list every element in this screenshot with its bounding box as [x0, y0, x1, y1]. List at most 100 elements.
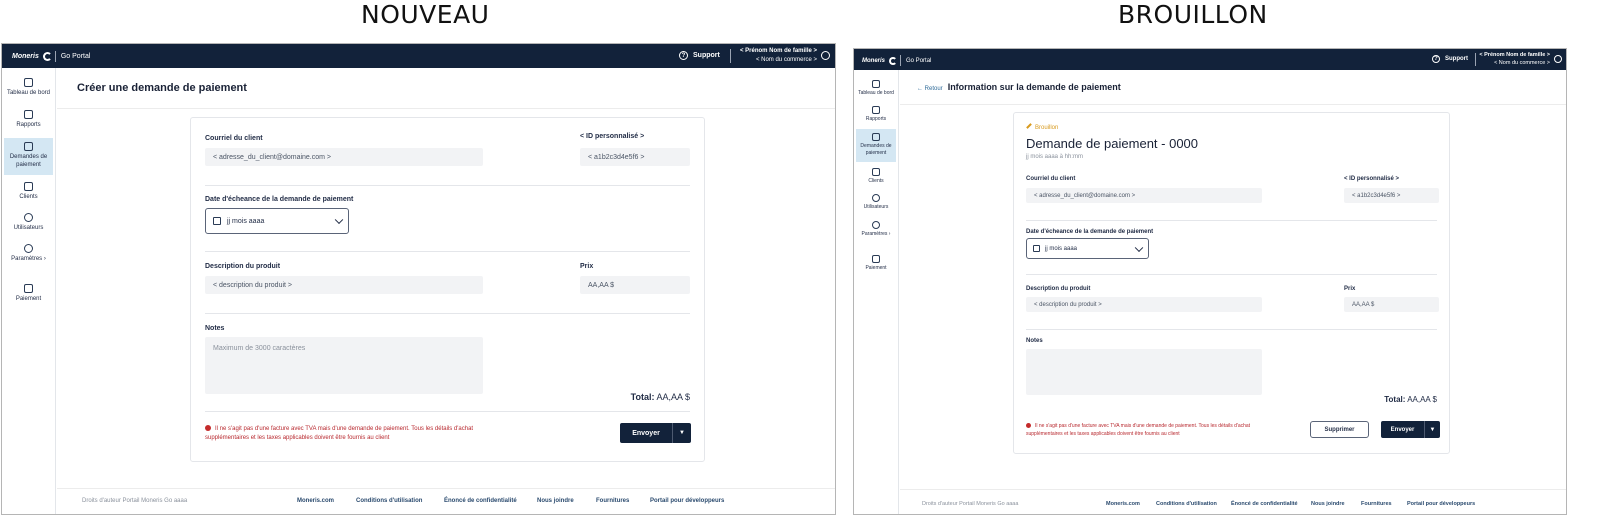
product-description-field[interactable]: < description du produit >: [205, 276, 483, 294]
sidebar-item-users[interactable]: Utilisateurs: [4, 213, 53, 232]
payment-icon: [24, 284, 33, 293]
copyright: Droits d'auteur Portail Moneris Go aaaa: [922, 501, 1019, 507]
top-bar: Moneris Go Portal ? Support < Prénom Nom d…: [854, 49, 1566, 70]
footer-link-privacy[interactable]: Énoncé de confidentialité: [444, 498, 517, 504]
due-date-label: Date d'écheance de la demande de paiemen…: [205, 196, 354, 203]
price-field[interactable]: AA,AA $: [1344, 297, 1439, 312]
notes-textarea[interactable]: Maximum de 3000 caractères: [205, 337, 483, 394]
email-label: Courriel du client: [1026, 176, 1076, 182]
new-request-screen: Moneris Go Portal ? Support < Prénom Nom d…: [1, 43, 836, 515]
clients-icon: [24, 182, 33, 191]
custom-id-label: < ID personnalisé >: [580, 133, 645, 140]
footer-link-supplies[interactable]: Fournitures: [596, 498, 629, 504]
footer-link-moneris[interactable]: Moneris.com: [1106, 501, 1140, 507]
delete-button[interactable]: Supprimer: [1310, 421, 1369, 438]
sidebar-item-dashboard[interactable]: Tableau de bord: [856, 80, 896, 97]
calendar-icon: [1033, 245, 1040, 252]
back-link[interactable]: ← Retour: [917, 86, 943, 92]
price-label: Prix: [1344, 286, 1356, 292]
custom-id-label: < ID personnalisé >: [1344, 176, 1400, 182]
payment-request-detail: Brouillon Demande de paiement - 0000 jj …: [1013, 112, 1450, 454]
notes-label: Notes: [1026, 338, 1043, 344]
custom-id-field[interactable]: < a1b2c3d4e5f6 >: [580, 148, 690, 166]
payment-requests-icon: [872, 133, 880, 141]
error-icon: [205, 425, 211, 431]
footer-link-developers[interactable]: Portail pour développeurs: [650, 498, 724, 504]
sidebar-item-reports[interactable]: Rapports: [4, 110, 53, 129]
user-menu[interactable]: < Prénom Nom de famille > < Nom du comme…: [1479, 51, 1550, 67]
vat-disclaimer: Il ne s'agit pas d'une facture avec TVA …: [205, 425, 474, 441]
product-description-field[interactable]: < description du produit >: [1026, 297, 1262, 312]
notes-textarea[interactable]: [1026, 349, 1262, 395]
price-field[interactable]: AA,AA $: [580, 276, 690, 294]
support-link[interactable]: ? Support: [1432, 55, 1468, 63]
footer-link-contact[interactable]: Nous joindre: [1311, 501, 1345, 507]
due-date-picker[interactable]: jj mois aaaa: [205, 208, 349, 234]
calendar-icon: [213, 217, 221, 225]
help-icon: ?: [1432, 55, 1440, 63]
send-button[interactable]: Envoyer ▼: [620, 423, 691, 443]
sidebar-item-payment[interactable]: Paiement: [4, 284, 53, 303]
email-label: Courriel du client: [205, 135, 263, 142]
product-label: Description du produit: [205, 263, 281, 270]
pencil-icon: [1026, 123, 1032, 129]
total-amount: Total: AA,AA $: [1384, 395, 1437, 404]
request-title: Demande de paiement - 0000: [1026, 136, 1199, 151]
users-icon: [24, 213, 33, 222]
user-icon[interactable]: [821, 51, 830, 60]
email-field[interactable]: < adresse_du_client@domaine.com >: [1026, 188, 1262, 203]
dashboard-icon: [24, 78, 33, 87]
send-options-caret-icon[interactable]: ▼: [673, 430, 691, 436]
payment-requests-icon: [24, 142, 33, 151]
footer-link-moneris[interactable]: Moneris.com: [297, 498, 334, 504]
reports-icon: [24, 110, 33, 119]
reports-icon: [872, 106, 880, 114]
sidebar-item-payment-requests[interactable]: Demandes de paiement: [856, 129, 896, 162]
due-date-label: Date d'écheance de la demande de paiemen…: [1026, 229, 1154, 235]
sidebar: Tableau de bord Rapports Demandes de pai…: [2, 68, 56, 514]
footer-link-contact[interactable]: Nous joindre: [537, 498, 574, 504]
price-label: Prix: [580, 263, 594, 270]
sidebar-item-users[interactable]: Utilisateurs: [856, 194, 896, 211]
sidebar-item-payment[interactable]: Paiement: [856, 255, 896, 272]
moneris-ring-icon: [889, 56, 898, 65]
moneris-logo[interactable]: Moneris Go Portal: [12, 51, 90, 62]
moneris-logo[interactable]: Moneris Go Portal: [862, 55, 931, 66]
send-button[interactable]: Envoyer ▼: [1381, 421, 1440, 438]
clients-icon: [872, 168, 880, 176]
sidebar-item-payment-requests[interactable]: Demandes de paiement: [4, 138, 53, 175]
footer-link-privacy[interactable]: Énoncé de confidentialité: [1231, 501, 1298, 507]
footer-link-supplies[interactable]: Fournitures: [1361, 501, 1392, 507]
chevron-down-icon: [1134, 243, 1144, 252]
product-label: Description du produit: [1026, 286, 1091, 292]
users-icon: [872, 194, 880, 202]
sidebar: Tableau de bord Rapports Demandes de pai…: [854, 70, 899, 514]
payment-icon: [872, 255, 880, 263]
sidebar-item-clients[interactable]: Clients: [4, 182, 53, 201]
settings-icon: [872, 221, 880, 229]
vat-disclaimer: Il ne s'agit pas d'une facture avec TVA …: [1026, 423, 1251, 437]
user-icon[interactable]: [1554, 55, 1562, 63]
dashboard-icon: [872, 80, 880, 88]
chevron-down-icon: [334, 215, 344, 225]
sidebar-item-settings[interactable]: Paramètres ›: [4, 244, 53, 263]
total-amount: Total: AA,AA $: [630, 392, 690, 402]
sidebar-item-settings[interactable]: Paramètres ›: [856, 221, 896, 238]
sidebar-item-clients[interactable]: Clients: [856, 168, 896, 185]
support-link[interactable]: ? Support: [679, 51, 720, 60]
draft-request-screen: Moneris Go Portal ? Support < Prénom Nom d…: [853, 48, 1567, 515]
settings-icon: [24, 244, 33, 253]
caption-new: NOUVEAU: [361, 0, 490, 29]
send-options-caret-icon[interactable]: ▼: [1425, 427, 1440, 433]
custom-id-field[interactable]: < a1b2c3d4e5f6 >: [1344, 188, 1439, 203]
sidebar-item-dashboard[interactable]: Tableau de bord: [4, 78, 53, 97]
footer-link-terms[interactable]: Conditions d'utilisation: [356, 498, 422, 504]
top-bar: Moneris Go Portal ? Support < Prénom Nom d…: [2, 44, 835, 68]
footer-link-developers[interactable]: Portail pour développeurs: [1407, 501, 1475, 507]
user-menu[interactable]: < Prénom Nom de famille > < Nom du comme…: [740, 47, 817, 65]
footer-link-terms[interactable]: Conditions d'utilisation: [1156, 501, 1217, 507]
due-date-picker[interactable]: jj mois aaaa: [1026, 238, 1149, 259]
sidebar-item-reports[interactable]: Rapports: [856, 106, 896, 123]
email-field[interactable]: < adresse_du_client@domaine.com >: [205, 148, 483, 166]
caption-draft: BROUILLON: [1118, 0, 1268, 29]
